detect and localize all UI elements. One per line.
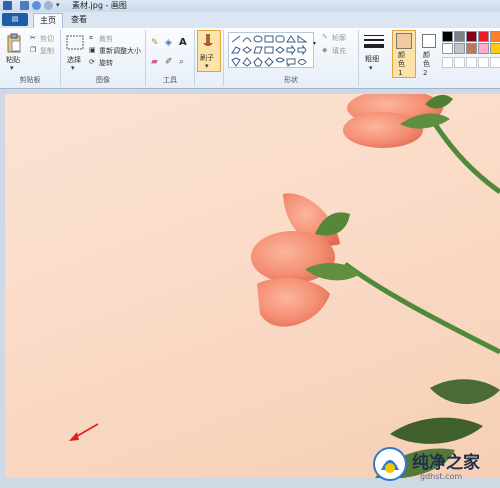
fill-icon: ◆ bbox=[322, 46, 328, 54]
size-button[interactable]: 粗细 bbox=[365, 54, 379, 64]
color1-label: 颜色 1 bbox=[398, 51, 405, 77]
color-picker-icon[interactable]: ✐ bbox=[165, 57, 173, 67]
magnifier-icon[interactable]: ⌕ bbox=[179, 57, 184, 67]
roses-photo bbox=[69, 94, 500, 478]
tools-group: ✎ ◈ A ▰ ✐ ⌕ 工具 bbox=[146, 30, 195, 86]
app-menu-icon[interactable] bbox=[3, 1, 12, 10]
pencil-icon[interactable]: ✎ bbox=[151, 38, 159, 48]
copy-button[interactable]: 复制 bbox=[40, 46, 54, 56]
watermark-url: gdhst.com bbox=[420, 472, 463, 481]
crop-button[interactable]: 裁剪 bbox=[99, 34, 113, 44]
shapes-gallery-icons bbox=[231, 35, 308, 68]
palette-empty-swatch[interactable] bbox=[442, 57, 453, 68]
palette-empty-swatch[interactable] bbox=[454, 57, 465, 68]
outline-button[interactable]: 轮廓 bbox=[332, 33, 346, 43]
color1-group: 颜色 1 bbox=[390, 30, 416, 86]
color1-swatch bbox=[396, 33, 412, 49]
select-dropdown-icon[interactable]: ▾ bbox=[71, 64, 75, 72]
save-icon[interactable] bbox=[20, 1, 29, 10]
resize-button[interactable]: 重新调整大小 bbox=[99, 46, 141, 56]
undo-icon[interactable] bbox=[32, 1, 41, 10]
tab-view[interactable]: 查看 bbox=[66, 13, 92, 27]
text-tool-icon[interactable]: A bbox=[179, 37, 187, 48]
shapes-group-label: 形状 bbox=[284, 76, 298, 84]
crop-icon: ⌗ bbox=[89, 34, 93, 42]
size-group: 粗细 ▾ bbox=[359, 30, 389, 86]
shapes-scroll-icon[interactable]: ▾ bbox=[313, 40, 316, 47]
palette-empty-swatch[interactable] bbox=[490, 57, 500, 68]
clipboard-group-label: 剪贴板 bbox=[19, 76, 41, 84]
tab-home[interactable]: 主页 bbox=[33, 13, 63, 28]
palette-swatch[interactable] bbox=[442, 31, 453, 42]
resize-icon: ▣ bbox=[89, 46, 96, 54]
palette-empty-swatch[interactable] bbox=[478, 57, 489, 68]
palette-swatch[interactable] bbox=[454, 31, 465, 42]
palette-swatch[interactable] bbox=[442, 43, 453, 54]
annotation-arrow-head bbox=[69, 432, 79, 441]
image-group: 选择 ▾ ⌗ 裁剪 ▣ 重新调整大小 ⟳ 旋转 图像 bbox=[61, 30, 146, 86]
palette-swatch[interactable] bbox=[466, 43, 477, 54]
clipboard-group: 粘贴 ▾ ✂ 剪切 ❐ 复制 剪贴板 bbox=[0, 30, 61, 86]
paste-icon[interactable] bbox=[6, 33, 22, 53]
size-dropdown-icon[interactable]: ▾ bbox=[369, 64, 373, 72]
fill-button[interactable]: 填充 bbox=[332, 46, 346, 56]
canvas-image[interactable] bbox=[5, 94, 500, 478]
eraser-icon[interactable]: ▰ bbox=[151, 57, 158, 67]
copy-icon: ❐ bbox=[30, 46, 37, 54]
line-width-icon[interactable] bbox=[364, 34, 384, 50]
file-menu-button[interactable]: ▤ bbox=[2, 13, 28, 26]
redo-icon[interactable] bbox=[44, 1, 53, 10]
color2-group: 颜色 2 bbox=[417, 30, 439, 86]
ribbon-tab-row: ▤ 主页 查看 bbox=[0, 12, 500, 29]
watermark: 纯净之家 gdhst.com bbox=[364, 442, 500, 486]
palette-swatch[interactable] bbox=[466, 31, 477, 42]
outline-icon: ✎ bbox=[322, 33, 328, 41]
watermark-logo-icon bbox=[373, 447, 407, 481]
ribbon: 粘贴 ▾ ✂ 剪切 ❐ 复制 剪贴板 选择 ▾ ⌗ 裁剪 ▣ 重新调整大小 ⟳ … bbox=[0, 28, 500, 89]
palette-swatch[interactable] bbox=[478, 31, 489, 42]
paste-dropdown-icon[interactable]: ▾ bbox=[10, 64, 14, 72]
shapes-group: ▾ ✎ 轮廓 ◆ 填充 形状 bbox=[224, 30, 359, 86]
color-palette bbox=[442, 31, 500, 71]
brushes-dropdown-icon: ▾ bbox=[205, 62, 209, 70]
shapes-gallery[interactable] bbox=[228, 32, 314, 68]
brushes-group: 刷子 ▾ bbox=[195, 30, 224, 86]
fill-bucket-icon[interactable]: ◈ bbox=[165, 38, 172, 48]
rotate-button[interactable]: 旋转 bbox=[99, 58, 113, 68]
select-icon[interactable] bbox=[66, 35, 84, 51]
image-group-label: 图像 bbox=[96, 76, 110, 84]
palette-empty-swatch[interactable] bbox=[466, 57, 477, 68]
brush-icon bbox=[203, 34, 213, 46]
rotate-icon: ⟳ bbox=[89, 58, 95, 66]
color2-label[interactable]: 颜色 2 bbox=[423, 51, 433, 78]
color2-swatch[interactable] bbox=[422, 34, 436, 48]
watermark-text: 纯净之家 bbox=[412, 453, 480, 473]
cut-button[interactable]: 剪切 bbox=[40, 34, 54, 44]
cut-icon: ✂ bbox=[30, 34, 36, 42]
customize-toolbar-icon[interactable]: ▾ bbox=[56, 1, 65, 10]
palette-swatch[interactable] bbox=[490, 43, 500, 54]
window-title: 素材.jpg - 画图 bbox=[72, 1, 127, 10]
palette-swatch[interactable] bbox=[490, 31, 500, 42]
palette-swatch[interactable] bbox=[478, 43, 489, 54]
tools-group-label: 工具 bbox=[163, 76, 177, 84]
palette-swatch[interactable] bbox=[454, 43, 465, 54]
